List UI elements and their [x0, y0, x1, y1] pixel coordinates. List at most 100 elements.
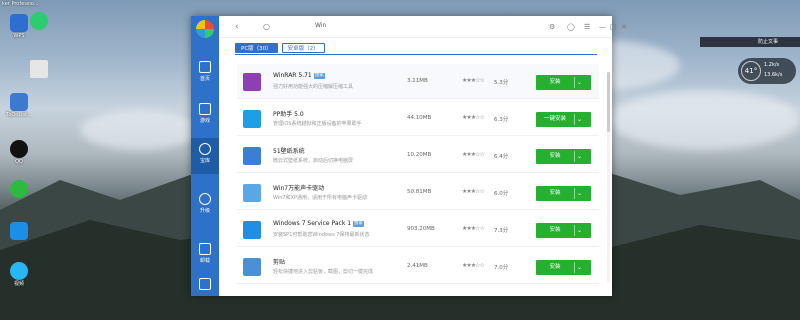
scrollbar-thumb[interactable] [607, 72, 610, 132]
app-icon [243, 221, 261, 239]
app-name: PP助手 5.0 [273, 111, 304, 118]
chevron-down-icon[interactable]: ⌄ [577, 223, 582, 238]
search-input[interactable]: Win [315, 22, 326, 29]
exclusive-badge: 独家 [313, 73, 325, 79]
rating-stars: ★★★☆☆ [462, 114, 485, 121]
rating-score: 7.0分 [494, 265, 509, 271]
app-description: 管理iOS系统越狱和正版设备的苹果助手 [273, 121, 362, 127]
home-icon [199, 61, 211, 73]
install-button[interactable]: 一键安装 ⌄ [536, 112, 591, 127]
360-driver-icon[interactable] [30, 12, 48, 30]
app-row[interactable]: 51壁纸系统 微云式壁纸系统，启动后切换电脑屏 10.20MB ★★★☆☆ 6.4分 安装… [237, 138, 599, 173]
app-name: WinRAR 5.71 独家 [273, 72, 325, 79]
desktop-icon-qq[interactable]: QQ [0, 140, 38, 165]
button-divider [574, 188, 575, 199]
rating-score: 5.3分 [494, 80, 509, 86]
install-label: 安装 [549, 153, 561, 159]
nav-label: 宝库 [199, 158, 210, 164]
app-name: 51壁纸系统 [273, 148, 305, 155]
app-icon [243, 147, 261, 165]
app-store-window: 首页 游戏 宝库 升级 卸载 ‹ ○ Win ⚙ ◯ ☰ — □ ✕ PC版（3… [191, 16, 627, 296]
nav-label: 首页 [199, 76, 210, 82]
wps-icon [10, 14, 28, 32]
temperature: 41° [741, 61, 761, 81]
button-divider [574, 225, 575, 236]
exclusive-badge: 独家 [353, 221, 365, 227]
chevron-down-icon[interactable]: ⌄ [577, 112, 582, 127]
desktop-icon-label: WPS [13, 33, 25, 39]
video-icon [10, 262, 28, 280]
sidebar: 首页 游戏 宝库 升级 卸载 [191, 16, 219, 296]
app-row[interactable]: PP助手 5.0 管理iOS系统越狱和正版设备的苹果助手 44.10MB ★★★☆☆ 6… [237, 101, 599, 136]
nav-label: 卸载 [199, 258, 210, 264]
minimize-icon[interactable]: — [599, 21, 606, 33]
desktop-icon-shield[interactable] [0, 222, 38, 240]
install-button[interactable]: 安装 ⌄ [536, 75, 591, 90]
rating-stars: ★★★☆☆ [462, 225, 485, 232]
desktop-icon-label: QQ [15, 159, 23, 165]
app-description: 强力好用功能强大的压缩解压缩工具 [273, 84, 354, 90]
chevron-down-icon[interactable]: ⌄ [577, 75, 582, 90]
chevron-down-icon[interactable]: ⌄ [577, 149, 582, 164]
wechat-icon [10, 180, 28, 198]
chevron-down-icon[interactable]: ⌄ [577, 260, 582, 275]
rating-score: 6.4分 [494, 154, 509, 160]
app-size: 44.10MB [407, 115, 432, 121]
app-row[interactable]: WinRAR 5.71 独家 强力好用功能强大的压缩解压缩工具 3.11MB ★★★☆☆… [237, 64, 599, 99]
maximize-icon[interactable]: □ [610, 21, 617, 33]
desktop-icon-video[interactable]: 视频 [0, 262, 38, 287]
chevron-down-icon[interactable]: ⌄ [577, 186, 582, 201]
tab-android[interactable]: 安卓版（2） [281, 43, 325, 53]
tab-pc[interactable]: PC版（30） [235, 43, 278, 53]
install-button[interactable]: 安装 ⌄ [536, 186, 591, 201]
app-icon [243, 110, 261, 128]
settings-icon[interactable]: ⚙ [549, 21, 555, 33]
close-icon[interactable]: ✕ [621, 21, 627, 33]
app-name: Windows 7 Service Pack 1 独家 [273, 220, 365, 227]
nav-download[interactable] [191, 274, 219, 296]
gamepad-icon [199, 103, 211, 115]
install-button[interactable]: 安装 ⌄ [536, 149, 591, 164]
top-bar: ‹ ○ Win ⚙ ◯ ☰ — □ ✕ [219, 16, 627, 38]
desktop-icon-label: ToDoList... [6, 112, 32, 118]
app-icon [10, 93, 28, 111]
nav-label: 游戏 [199, 118, 210, 124]
rating-stars: ★★★☆☆ [462, 77, 485, 84]
button-divider [574, 151, 575, 162]
network-widget: 41° 1.2k/s 13.6k/s [738, 58, 796, 84]
install-button[interactable]: 安装 ⌄ [536, 260, 591, 275]
rating-score: 6.3分 [494, 117, 509, 123]
desktop-ad-button[interactable]: 防止文事 [700, 37, 800, 47]
app-logo-icon [196, 20, 214, 38]
library-icon [199, 143, 211, 155]
install-button[interactable]: 安装 ⌄ [536, 223, 591, 238]
install-label: 安装 [549, 79, 561, 85]
app-description: 轻松快捷地进入剪贴板，截图，剪切一键完成 [273, 269, 374, 275]
rating-stars: ★★★☆☆ [462, 151, 485, 158]
refresh-icon[interactable]: ○ [263, 21, 270, 33]
app-name: Win7万能声卡驱动 [273, 185, 325, 192]
nav-upgrade[interactable]: 升级 [191, 188, 219, 224]
app-row[interactable]: 剪贴 轻松快捷地进入剪贴板，截图，剪切一键完成 2.41MB ★★★☆☆ 7.0分 安装 ⌄ [237, 249, 599, 284]
desktop-icon-wechat[interactable] [0, 180, 38, 198]
nav-library[interactable]: 宝库 [191, 138, 219, 174]
app-size: 10.20MB [407, 152, 432, 158]
back-icon[interactable]: ‹ [235, 21, 239, 33]
rating-score: 7.3分 [494, 228, 509, 234]
nav-uninstall[interactable]: 卸载 [191, 238, 219, 274]
app-row[interactable]: Windows 7 Service Pack 1 独家 安装SP1可帮助您Windo… [237, 212, 599, 247]
text-doc-icon[interactable] [30, 60, 48, 78]
button-divider [574, 77, 575, 88]
nav-games[interactable]: 游戏 [191, 98, 219, 134]
app-description: 安装SP1可帮助您Windows 7保持最新状态 [273, 232, 370, 238]
upload-speed: 1.2k/s [764, 62, 780, 68]
theme-icon[interactable]: ◯ [567, 21, 575, 33]
app-row[interactable]: Win7万能声卡驱动 Win7和XP通用，适用于所有电脑声卡驱动 50.81MB ★★… [237, 175, 599, 210]
install-label: 安装 [549, 227, 561, 233]
app-icon [243, 258, 261, 276]
button-divider [574, 114, 575, 125]
desktop-icon-2[interactable]: ToDoList... [0, 93, 38, 118]
menu-icon[interactable]: ☰ [584, 21, 590, 33]
trash-icon [199, 243, 211, 255]
nav-home[interactable]: 首页 [191, 56, 219, 92]
